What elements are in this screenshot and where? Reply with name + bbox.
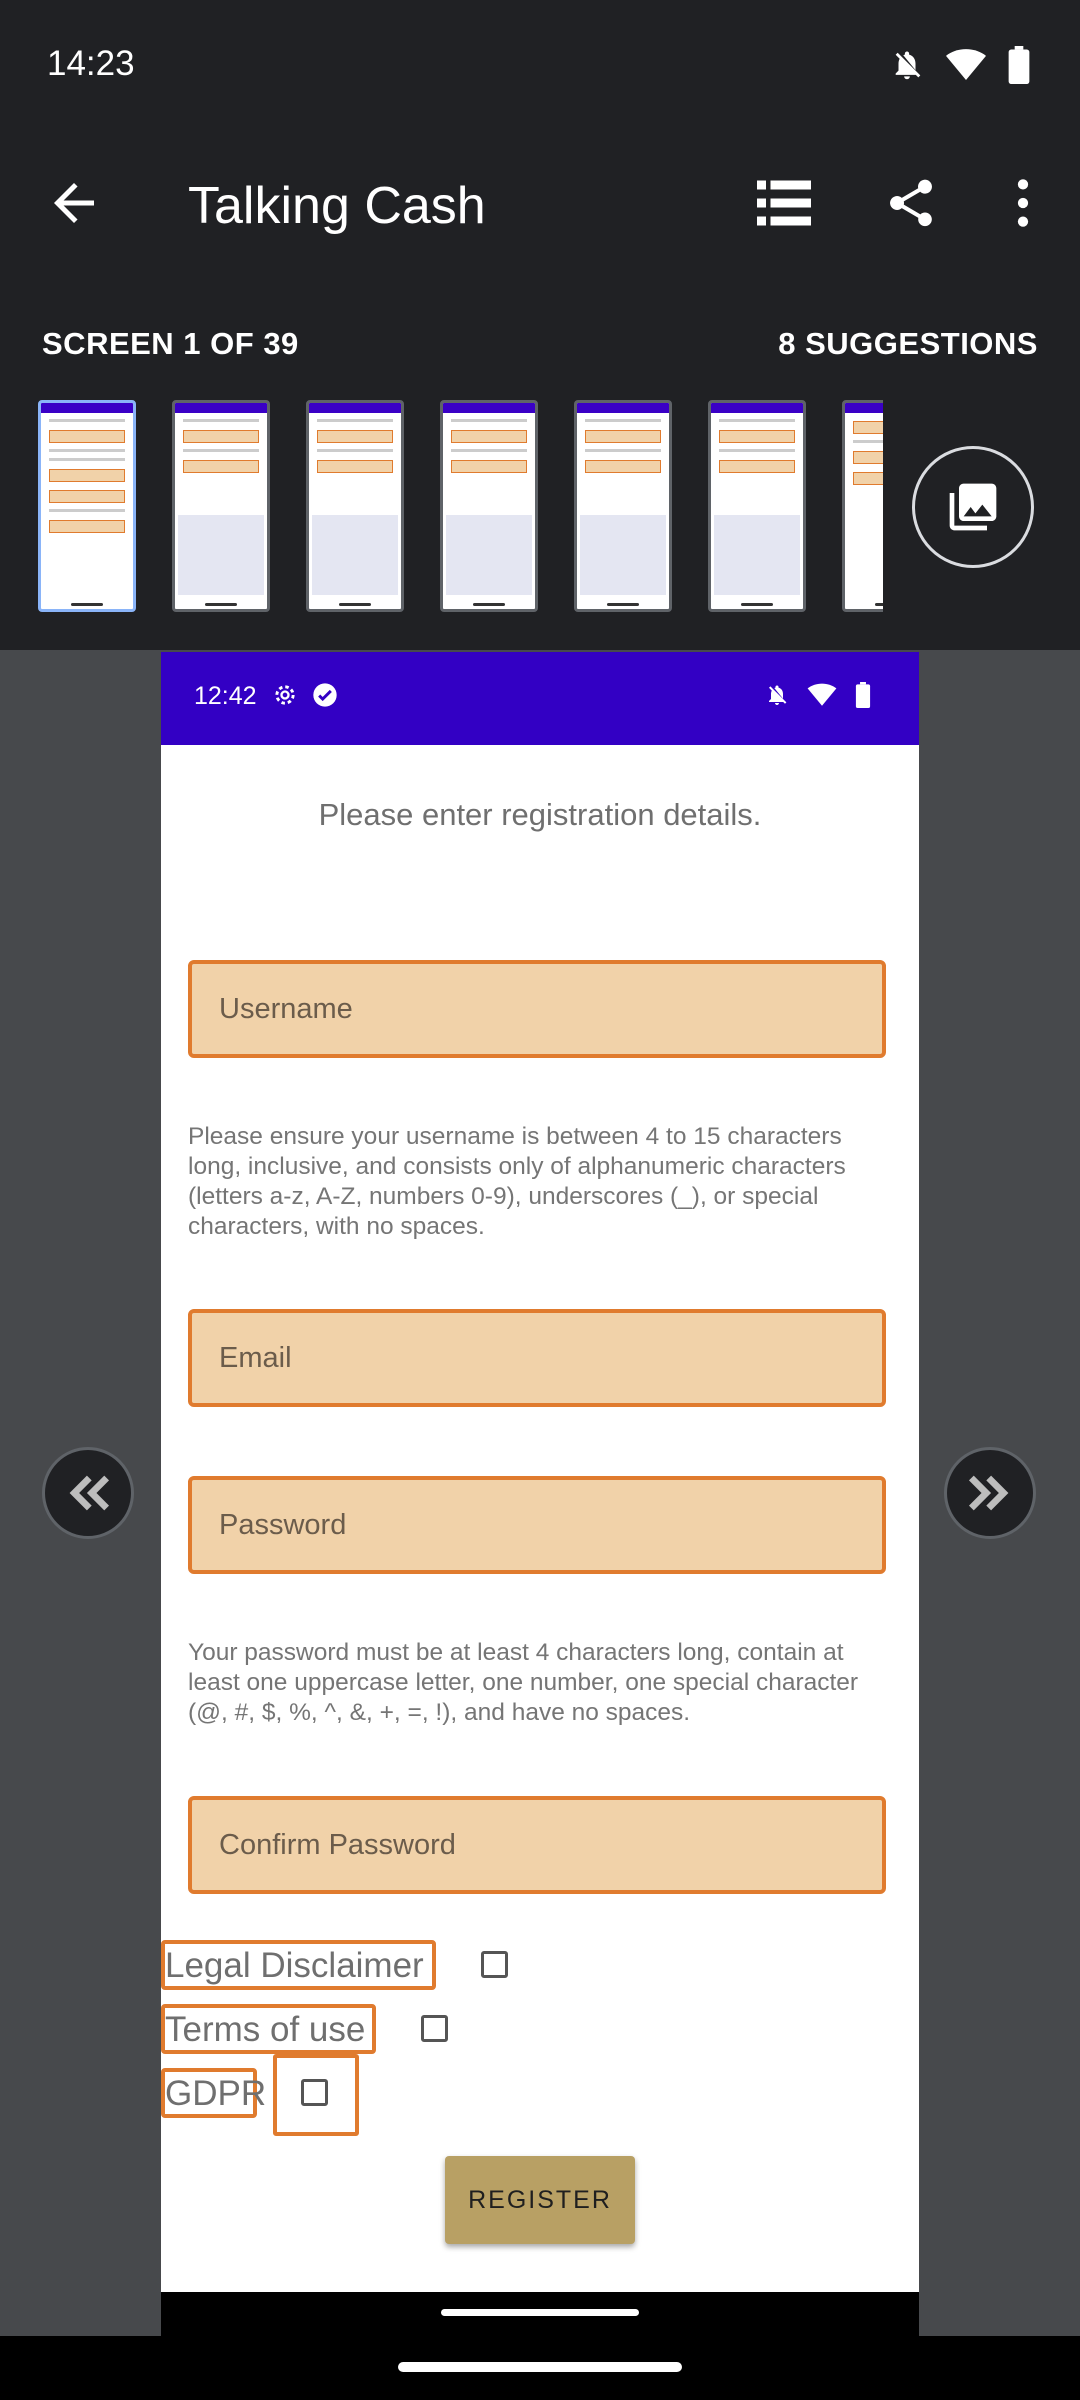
battery-icon [1008, 46, 1030, 84]
share-button[interactable] [881, 173, 941, 233]
share-icon [890, 179, 932, 227]
wifi-icon [807, 683, 837, 706]
arrow-back-icon [54, 183, 94, 223]
legal-disclaimer-checkbox[interactable] [481, 1951, 508, 1978]
wifi-icon [946, 49, 986, 80]
password-help-text: Your password must be at least 4 charact… [188, 1639, 859, 1726]
terms-of-use-label: Terms of use [161, 2004, 376, 2054]
app-title: Talking Cash [188, 177, 486, 235]
screen-counter: SCREEN 1 OF 39 [42, 326, 299, 361]
status-icons [890, 46, 1030, 84]
gdpr-checkbox[interactable] [301, 2079, 328, 2106]
device-screenshot: 12:42 Please enter registration details.… [161, 652, 919, 2292]
thumbnail-screen[interactable] [574, 400, 672, 612]
device-status-bar: 12:42 [161, 652, 919, 745]
thumbnail-screen[interactable] [172, 400, 270, 612]
thumbnail-screen[interactable] [306, 400, 404, 612]
confirm-password-field[interactable]: Confirm Password [188, 1796, 886, 1894]
suggestions-count: 8 SUGGESTIONS [778, 326, 1038, 361]
app-bar: Talking Cash SCREEN 1 OF 39 8 SUGGESTION… [0, 130, 1080, 650]
double-chevron-left-icon [69, 1475, 110, 1511]
thumbnail-screen[interactable] [38, 400, 136, 612]
double-chevron-right-icon [968, 1475, 1009, 1511]
notifications-off-icon [895, 51, 921, 80]
email-field[interactable]: Email [188, 1309, 886, 1407]
device-home-handle [441, 2309, 639, 2316]
legal-disclaimer-label: Legal Disclaimer [161, 1940, 436, 1990]
gdpr-label: GDPR [161, 2068, 266, 2118]
battery-icon [855, 682, 871, 708]
system-navigation-bar [0, 2336, 1080, 2400]
gallery-button[interactable] [912, 446, 1034, 568]
more-vert-icon [1017, 179, 1029, 227]
terms-of-use-checkbox[interactable] [421, 2015, 448, 2042]
next-screen-button[interactable] [944, 1447, 1036, 1539]
register-button[interactable]: REGISTER [445, 2156, 635, 2244]
device-navigation-bar [161, 2292, 919, 2336]
list-icon [757, 180, 811, 226]
screen-thumbnails [38, 400, 883, 615]
thumbnail-screen[interactable] [440, 400, 538, 612]
notifications-off-icon [769, 685, 787, 705]
status-bar: 14:23 [0, 0, 1080, 130]
home-handle[interactable] [398, 2362, 682, 2372]
check-circle-icon [313, 683, 337, 707]
photo-library-icon [949, 483, 997, 531]
list-view-button[interactable] [754, 173, 814, 233]
username-help-text: Please ensure your username is between 4… [188, 1123, 846, 1240]
back-button[interactable] [44, 173, 104, 233]
registration-heading: Please enter registration details. [318, 797, 762, 832]
more-options-button[interactable] [993, 173, 1053, 233]
previous-screen-button[interactable] [42, 1447, 134, 1539]
device-status-time: 12:42 [194, 682, 257, 710]
password-field[interactable]: Password [188, 1476, 886, 1574]
username-field[interactable]: Username [188, 960, 886, 1058]
status-time: 14:23 [47, 44, 135, 83]
settings-icon [275, 685, 295, 705]
thumbnail-screen[interactable] [842, 400, 883, 612]
thumbnail-screen[interactable] [708, 400, 806, 612]
